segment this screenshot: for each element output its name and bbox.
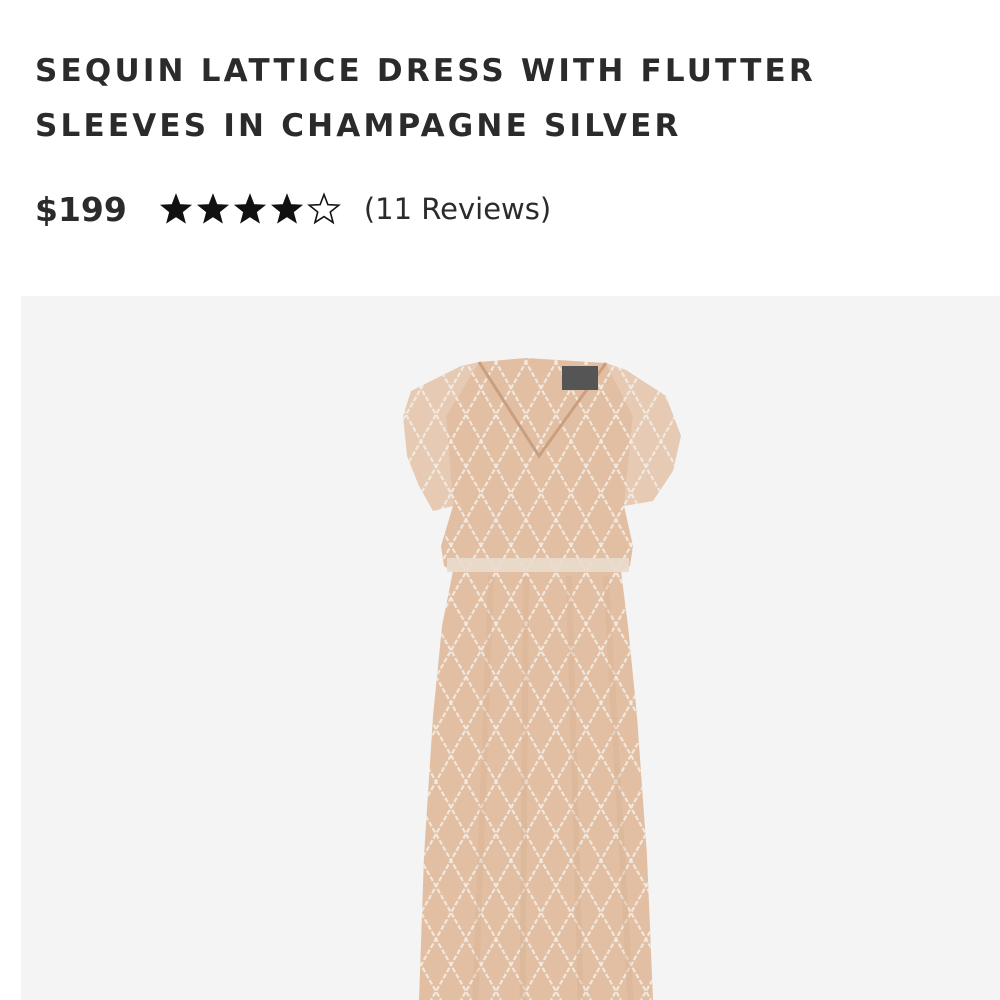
dress-label-tag <box>562 366 598 390</box>
product-title: SEQUIN LATTICE DRESS WITH FLUTTER SLEEVE… <box>35 44 935 154</box>
product-title-line-2: SLEEVES IN CHAMPAGNE SILVER <box>35 108 682 144</box>
product-price: $199 <box>35 189 127 229</box>
star-filled-icon <box>196 193 229 224</box>
star-filled-icon <box>270 193 303 224</box>
product-title-line-1: SEQUIN LATTICE DRESS WITH FLUTTER <box>35 53 816 89</box>
star-empty-icon <box>306 192 341 225</box>
dress-image <box>403 358 681 1000</box>
reviews-link[interactable]: (11 Reviews) <box>364 192 551 226</box>
product-image-panel[interactable] <box>21 296 1000 1000</box>
star-filled-icon <box>233 193 266 224</box>
dress-waistband <box>447 558 629 572</box>
star-rating[interactable] <box>159 192 344 226</box>
price-rating-row: $199 (11 Reviews) <box>35 184 551 234</box>
star-filled-icon <box>159 193 192 224</box>
